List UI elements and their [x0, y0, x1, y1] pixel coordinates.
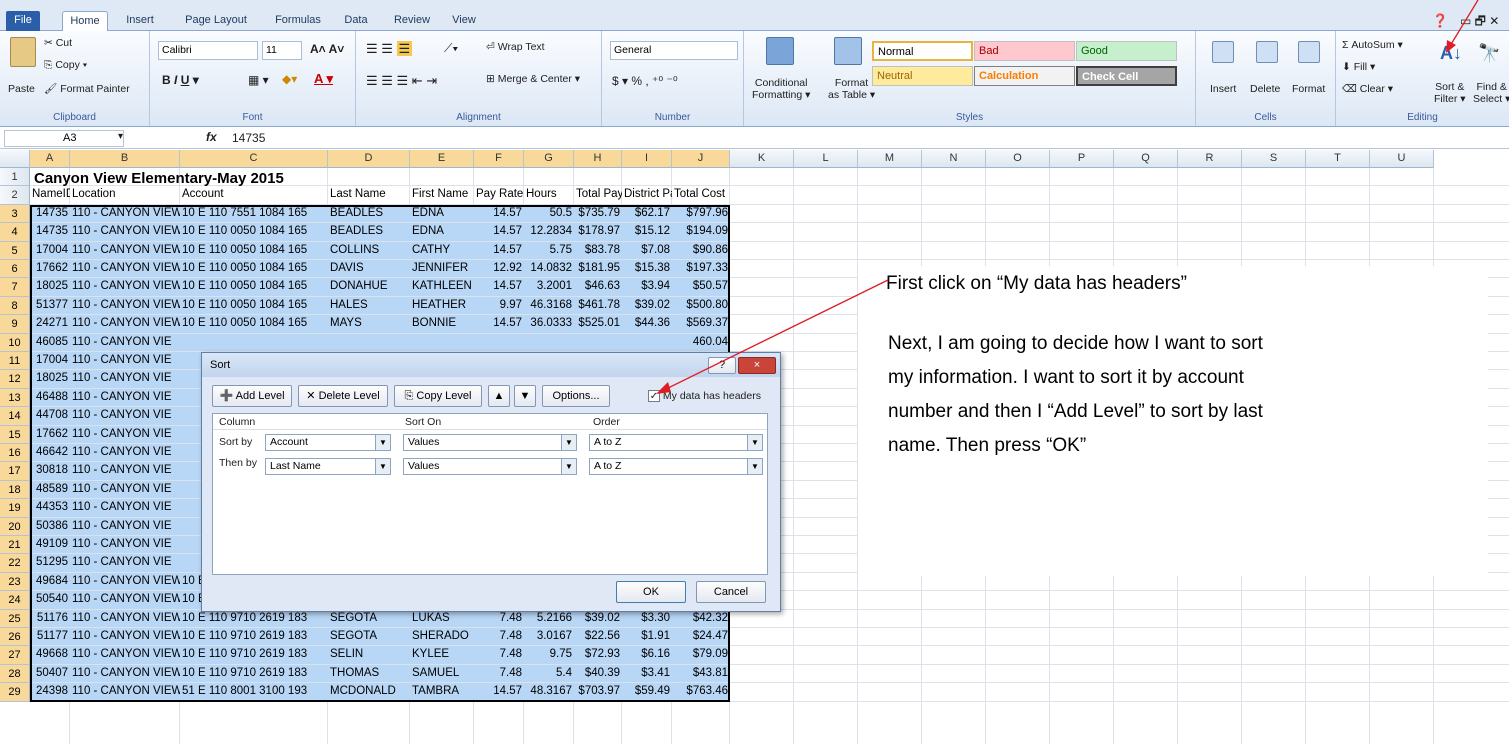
arrow-to-headers-checkbox — [663, 279, 889, 391]
excel-window: { "tabs":["File","Home","Insert","Page L… — [0, 0, 1509, 744]
arrow-to-sort-filter — [1449, 0, 1479, 47]
arrowhead-icon — [656, 382, 671, 394]
annotation-arrows — [656, 0, 1479, 394]
arrowhead-icon — [1446, 40, 1456, 53]
